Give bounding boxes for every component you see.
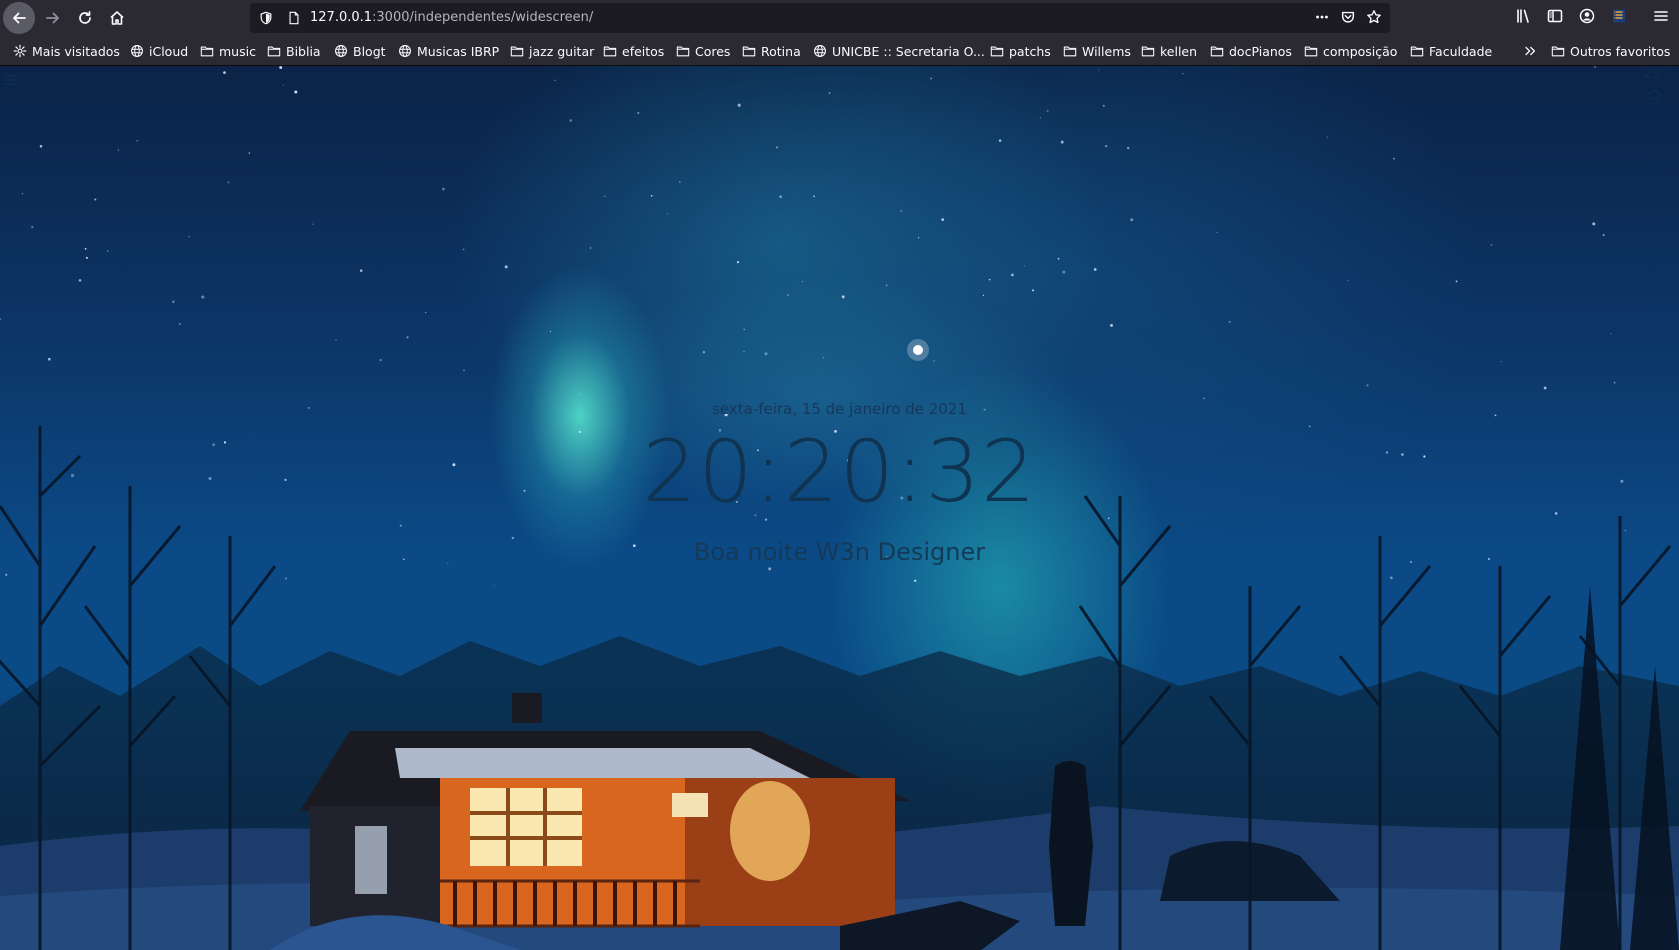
bookmark-item[interactable]: composição	[1303, 41, 1397, 61]
bookmark-label: docPianos	[1229, 43, 1292, 59]
bookmark-label: Biblia	[286, 43, 321, 59]
bookmark-item[interactable]: docPianos	[1209, 41, 1292, 61]
folder-icon	[1550, 43, 1566, 59]
url-input[interactable]: 127.0.0.1:3000/independentes/widescreen/	[310, 10, 593, 25]
home-icon	[110, 11, 124, 25]
reload-button[interactable]	[69, 2, 101, 34]
folder-icon	[675, 43, 691, 59]
bookmark-item[interactable]: iCloud	[129, 41, 188, 61]
folder-icon	[1409, 43, 1425, 59]
bookmark-label: Mais visitados	[32, 43, 120, 59]
page-info-icon[interactable]	[286, 10, 302, 26]
folder-icon	[989, 43, 1005, 59]
globe-icon	[333, 43, 349, 59]
tracking-protection-icon[interactable]	[258, 10, 274, 26]
bookmark-item[interactable]: Musicas IBRP	[397, 41, 499, 61]
hamburger-menu-icon[interactable]	[3, 71, 17, 85]
bookmark-label: Blogt	[353, 43, 386, 59]
bookmark-item[interactable]: Cores	[675, 41, 730, 61]
account-icon[interactable]	[1577, 6, 1597, 26]
bookmark-item[interactable]: kellen	[1140, 41, 1197, 61]
address-bar[interactable]: 127.0.0.1:3000/independentes/widescreen/	[250, 3, 1390, 33]
pocket-icon[interactable]	[1340, 9, 1356, 25]
bookmark-label: efeitos	[622, 43, 665, 59]
url-host: 127.0.0.1	[310, 10, 373, 25]
chevron-double-right-icon	[1522, 43, 1538, 59]
globe-icon	[812, 43, 828, 59]
bookmarks-toolbar: Mais visitados iCloud music Biblia Blogt Musi…	[0, 36, 1679, 66]
bookmark-label: iCloud	[149, 43, 189, 59]
bookmark-label: jazz guitar	[529, 43, 595, 59]
bookmark-item[interactable]: Biblia	[266, 41, 321, 61]
bookmark-item[interactable]: Rotina	[741, 41, 801, 61]
folder-icon	[1209, 43, 1225, 59]
clock-time: 20:20:32	[642, 422, 1037, 522]
bookmark-item[interactable]: patchs	[989, 41, 1051, 61]
cloud-rain-icon	[1646, 89, 1664, 105]
bookmarks-overflow-button[interactable]	[1522, 41, 1542, 61]
bookmark-item[interactable]: Willems	[1062, 41, 1131, 61]
sidebar-icon[interactable]	[1545, 6, 1565, 26]
bookmark-label: Faculdade	[1429, 43, 1493, 59]
date-label: sexta-feira, 15 de janeiro de 2021	[712, 400, 967, 418]
folder-icon	[741, 43, 757, 59]
home-button[interactable]	[101, 2, 133, 34]
bookmark-item[interactable]: Blogt	[333, 41, 386, 61]
folder-icon	[509, 43, 525, 59]
other-bookmarks-folder[interactable]: Outros favoritos	[1550, 41, 1670, 61]
globe-icon	[397, 43, 413, 59]
folder-icon	[1140, 43, 1156, 59]
more-actions-icon[interactable]	[1314, 9, 1330, 25]
bookmark-label: Willems	[1082, 43, 1131, 59]
bookmark-label: Musicas IBRP	[417, 43, 500, 59]
bookmark-label: patchs	[1009, 43, 1051, 59]
bookmark-item[interactable]: music	[199, 41, 256, 61]
bookmark-label: UNICBE :: Secretaria O...	[832, 43, 985, 59]
folder-icon	[199, 43, 215, 59]
other-bookmarks-label: Outros favoritos	[1570, 43, 1671, 59]
back-button[interactable]	[3, 2, 35, 34]
url-path: :3000/independentes/widescreen/	[372, 10, 594, 25]
bookmark-label: Cores	[695, 43, 731, 59]
app-menu-icon[interactable]	[1651, 6, 1671, 26]
folder-icon	[266, 43, 282, 59]
page-viewport: 23° sexta-feira, 15 de janeiro de 2021 2…	[0, 66, 1679, 950]
bookmark-star-icon[interactable]	[1366, 9, 1382, 25]
browser-toolbar: 127.0.0.1:3000/independentes/widescreen/	[0, 0, 1679, 36]
extension-icon[interactable]	[1609, 6, 1629, 26]
bookmark-item[interactable]: Faculdade	[1409, 41, 1492, 61]
bookmark-item[interactable]: UNICBE :: Secretaria O...	[812, 41, 985, 61]
arrow-left-icon	[13, 12, 26, 24]
bookmark-label: Rotina	[761, 43, 801, 59]
weather-temperature: 23°	[1643, 67, 1667, 82]
bookmark-label: music	[219, 43, 256, 59]
bookmark-item[interactable]: Mais visitados	[12, 41, 120, 61]
bookmark-label: kellen	[1160, 43, 1198, 59]
folder-icon	[1062, 43, 1078, 59]
folder-icon	[1303, 43, 1319, 59]
forward-button[interactable]	[37, 2, 69, 34]
bookmark-item[interactable]: jazz guitar	[509, 41, 594, 61]
bookmark-item[interactable]: efeitos	[602, 41, 664, 61]
globe-icon	[129, 43, 145, 59]
folder-icon	[602, 43, 618, 59]
bookmark-label: composição	[1323, 43, 1398, 59]
greeting-message: Boa noite W3n Designer	[693, 538, 986, 566]
library-icon[interactable]	[1514, 6, 1534, 26]
arrow-right-icon	[46, 12, 59, 24]
reload-icon	[79, 11, 91, 24]
gear-icon	[12, 43, 28, 59]
